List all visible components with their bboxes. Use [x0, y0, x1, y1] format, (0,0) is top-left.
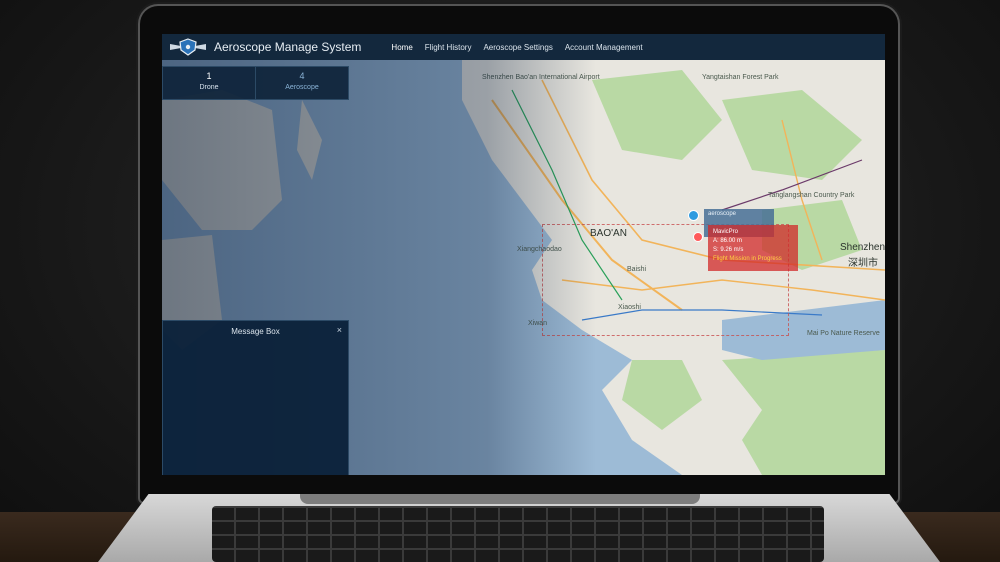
map-label-xiangchaodao: Xiangchaodao [517, 246, 562, 253]
drone-speed: S: 9.26 m/s [713, 247, 744, 253]
aeroscope-count-tile[interactable]: 4 Aeroscope [255, 67, 348, 99]
nav-flight-history[interactable]: Flight History [425, 43, 472, 52]
app-title: Aeroscope Manage System [214, 40, 362, 54]
map-label-shenzhen: Shenzhen [840, 242, 885, 253]
aeroscope-count: 4 [299, 71, 305, 81]
laptop-screen: Aeroscope Manage System Home Flight Hist… [162, 34, 885, 475]
drone-marker-icon[interactable] [693, 232, 703, 242]
message-box-title: Message Box [231, 327, 280, 336]
map-label-ximao: Xiwan [528, 320, 548, 327]
map-label-xiaoshi: Xiaoshi [618, 304, 641, 311]
stats-panel: 1 Drone 4 Aeroscope [162, 66, 349, 100]
drone-count-label: Drone [199, 84, 219, 91]
laptop-hinge [300, 494, 700, 504]
map-label-shenzhen-cn: 深圳市 [848, 258, 878, 269]
shield-logo-icon [168, 37, 208, 57]
keyboard [212, 506, 824, 562]
aeroscope-count-label: Aeroscope [285, 84, 319, 91]
drone-count: 1 [206, 71, 212, 81]
map-label-baishi: Baishi [627, 266, 647, 273]
map-label-baoan: BAO'AN [590, 228, 627, 239]
nav-home[interactable]: Home [391, 43, 412, 52]
close-icon[interactable]: × [337, 325, 342, 335]
map-label-maipo: Mai Po Nature Reserve [807, 330, 880, 337]
map-label-tanglangshan: Tanglangshan Country Park [768, 192, 855, 199]
top-navbar: Aeroscope Manage System Home Flight Hist… [162, 34, 885, 60]
map-label-airport: Shenzhen Bao'an International Airport [482, 74, 600, 81]
drone-info-popup[interactable]: MavicPro A: 86.00 m S: 9.26 m/s Flight M… [708, 225, 798, 271]
map-label-yangtaishan: Yangtaishan Forest Park [702, 74, 779, 81]
message-box: Message Box × [162, 320, 349, 475]
aeroscope-popup-title: aeroscope [708, 211, 737, 217]
aeroscope-marker-icon[interactable] [688, 210, 699, 221]
nav-account-management[interactable]: Account Management [565, 43, 643, 52]
nav-aeroscope-settings[interactable]: Aeroscope Settings [483, 43, 552, 52]
drone-warning: Flight Mission in Progress [713, 256, 782, 262]
drone-altitude: A: 86.00 m [713, 238, 743, 244]
drone-count-tile[interactable]: 1 Drone [163, 67, 255, 99]
drone-model: MavicPro [713, 229, 739, 235]
